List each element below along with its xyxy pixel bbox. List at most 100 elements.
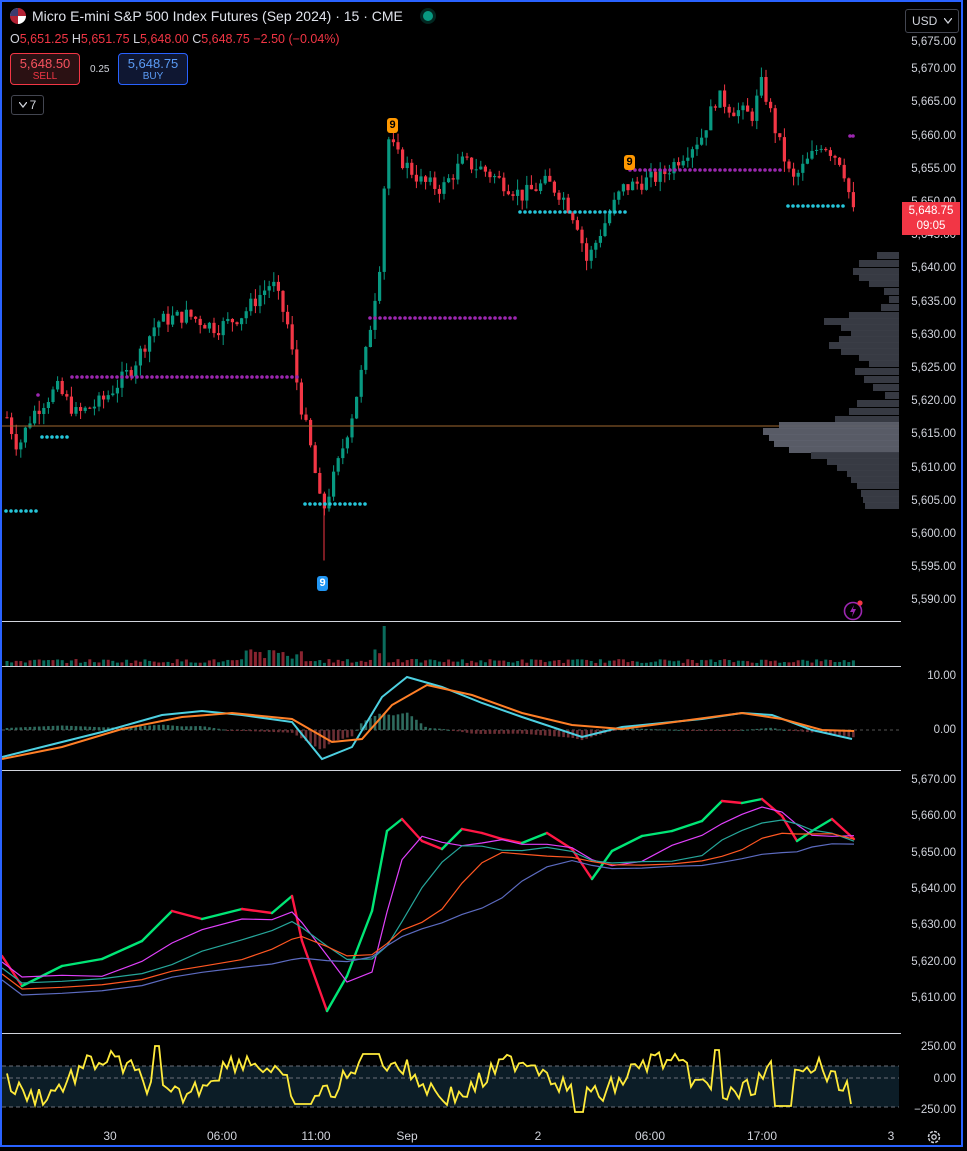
oscillator-pane[interactable] [2, 1034, 899, 1124]
oscillator-axis[interactable]: 250.00 0.00 −250.00 [900, 1034, 962, 1124]
volume-bar [378, 653, 382, 666]
macd-histogram-bar [93, 726, 96, 730]
symbol-title[interactable]: Micro E-mini S&P 500 Index Futures (Sep … [32, 8, 403, 24]
volume-pane[interactable] [2, 622, 899, 666]
macd-histogram-bar [65, 725, 69, 730]
level-dot [448, 316, 452, 320]
sell-button[interactable]: 5,648.50 SELL [10, 53, 80, 85]
macd-histogram-bar [585, 730, 588, 739]
macd-histogram-bar [442, 729, 446, 731]
candle-body [543, 175, 547, 184]
level-dot [648, 168, 652, 172]
time-axis[interactable]: 30 06:00 11:00 Sep 2 06:00 17:00 3 [2, 1125, 899, 1147]
level-dot [503, 316, 507, 320]
macd-histogram-bar [180, 726, 184, 730]
low-label: L [133, 32, 141, 46]
candle-body [230, 318, 234, 323]
time-tick-label: Sep [396, 1129, 418, 1143]
candle-body [286, 311, 290, 325]
lightning-icon[interactable] [843, 599, 865, 621]
level-dot [36, 393, 40, 397]
volume-bar [212, 659, 216, 666]
candle-body [106, 395, 110, 400]
level-dot [538, 210, 542, 214]
candle-body [368, 329, 372, 348]
macd-histogram-bar [208, 727, 211, 730]
symbol-header[interactable]: Micro E-mini S&P 500 Index Futures (Sep … [10, 8, 433, 24]
indicators-toggle-button[interactable]: 7 [11, 95, 44, 115]
level-dot [250, 375, 254, 379]
macd-histogram-bar [635, 728, 639, 730]
macd-histogram-bar [139, 726, 142, 730]
signal-badge[interactable]: 9 [624, 155, 635, 170]
macd-histogram-bar [152, 725, 156, 730]
time-tick-label: 30 [103, 1129, 117, 1143]
candle-body [603, 223, 607, 236]
candle-body [488, 171, 492, 178]
signal-badge[interactable]: 9 [317, 576, 328, 591]
level-dot [75, 375, 79, 379]
level-dot [816, 204, 820, 208]
price-pane[interactable] [2, 2, 899, 620]
candle-body [152, 327, 156, 337]
sell-label: SELL [32, 71, 58, 82]
level-dot [588, 210, 592, 214]
level-dot [105, 375, 109, 379]
volume-profile-bar [847, 470, 899, 477]
macd-histogram-bar [83, 726, 87, 730]
candle-body [447, 178, 451, 183]
volume-bar [414, 659, 418, 666]
level-dot [363, 502, 367, 506]
macd-histogram-bar [479, 730, 483, 734]
macd-histogram-bar [396, 714, 400, 730]
level-dot [195, 375, 199, 379]
macd-histogram-bar [350, 730, 354, 737]
level-dot [145, 375, 149, 379]
candle-body [617, 191, 621, 200]
candle-body [102, 395, 106, 400]
macd-histogram-bar [217, 728, 220, 730]
signal-badge[interactable]: 9 [387, 118, 398, 133]
volume-bar [244, 650, 248, 666]
candle-body [217, 333, 221, 336]
candle-body [428, 177, 432, 182]
fast-ma-segment [720, 799, 744, 805]
candle-body [465, 156, 469, 158]
currency-select[interactable]: USD [905, 9, 959, 33]
level-dot [553, 210, 557, 214]
macd-histogram-bar [24, 727, 27, 730]
macd-histogram-bar [79, 726, 82, 730]
candle-body [125, 370, 129, 372]
level-dot [583, 210, 587, 214]
candle-body [681, 160, 685, 166]
candle-body [336, 458, 340, 472]
buy-button[interactable]: 5,648.75 BUY [118, 53, 188, 85]
macd-axis[interactable]: 10.00 0.00 [900, 667, 962, 770]
gear-icon[interactable] [926, 1129, 942, 1145]
volume-profile-bar [769, 434, 899, 441]
ma-line [2, 843, 855, 996]
macd-histogram-bar [783, 729, 786, 731]
indicators-count: 7 [29, 98, 37, 112]
level-dot [653, 168, 657, 172]
macd-histogram-bar [691, 730, 694, 731]
candle-body [548, 175, 552, 182]
macd-histogram-bar [336, 730, 340, 741]
axis-tick-label: 5,635.00 [911, 295, 956, 308]
level-dot [270, 375, 274, 379]
macd-pane[interactable] [2, 667, 899, 770]
level-dot [733, 168, 737, 172]
fast-ma-segment [480, 831, 504, 841]
price-axis[interactable]: 5,675.00 5,670.00 5,665.00 5,660.00 5,655.00… [900, 2, 962, 620]
ma-axis[interactable]: 5,670.00 5,660.00 5,650.00 5,640.00 5,630.00… [900, 771, 962, 1033]
candlestick-chart[interactable] [2, 2, 899, 620]
candle-body [589, 249, 593, 261]
macd-histogram-bar [88, 726, 92, 730]
chevron-down-icon [944, 18, 952, 24]
moving-average-pane[interactable] [2, 771, 899, 1033]
volume-profile-bar [859, 260, 899, 267]
macd-histogram-bar [341, 730, 345, 739]
volume-bar [382, 626, 386, 666]
level-dot [4, 509, 8, 513]
level-dot [728, 168, 732, 172]
